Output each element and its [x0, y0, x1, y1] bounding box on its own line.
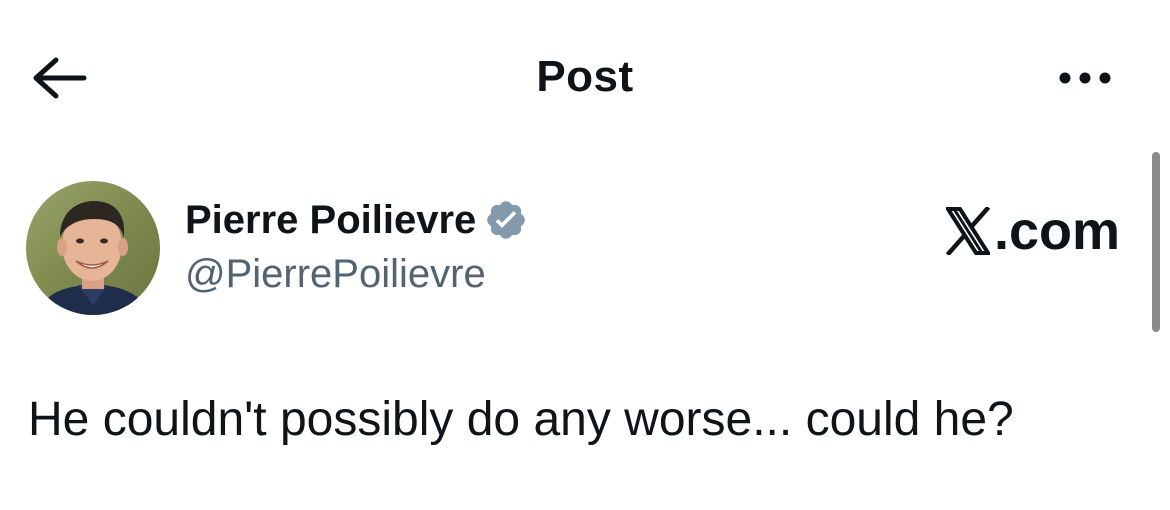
- author-name[interactable]: Pierre Poilievre: [185, 198, 476, 243]
- page-title: Post: [536, 52, 634, 101]
- avatar-image: [26, 181, 160, 315]
- x-com-watermark: .com: [945, 201, 1120, 261]
- author-handle[interactable]: @PierrePoilievre: [185, 252, 486, 297]
- watermark-text: .com: [993, 201, 1120, 261]
- scrollbar-thumb[interactable]: [1152, 152, 1160, 332]
- verified-badge-icon: [484, 198, 528, 242]
- x-logo-icon: [945, 207, 990, 255]
- post-text: He couldn't possibly do any worse... cou…: [28, 393, 1014, 446]
- author-name-row[interactable]: Pierre Poilievre: [185, 195, 528, 245]
- avatar[interactable]: [26, 181, 160, 315]
- more-options-button[interactable]: [1050, 56, 1120, 100]
- more-horizontal-icon: [1059, 72, 1111, 84]
